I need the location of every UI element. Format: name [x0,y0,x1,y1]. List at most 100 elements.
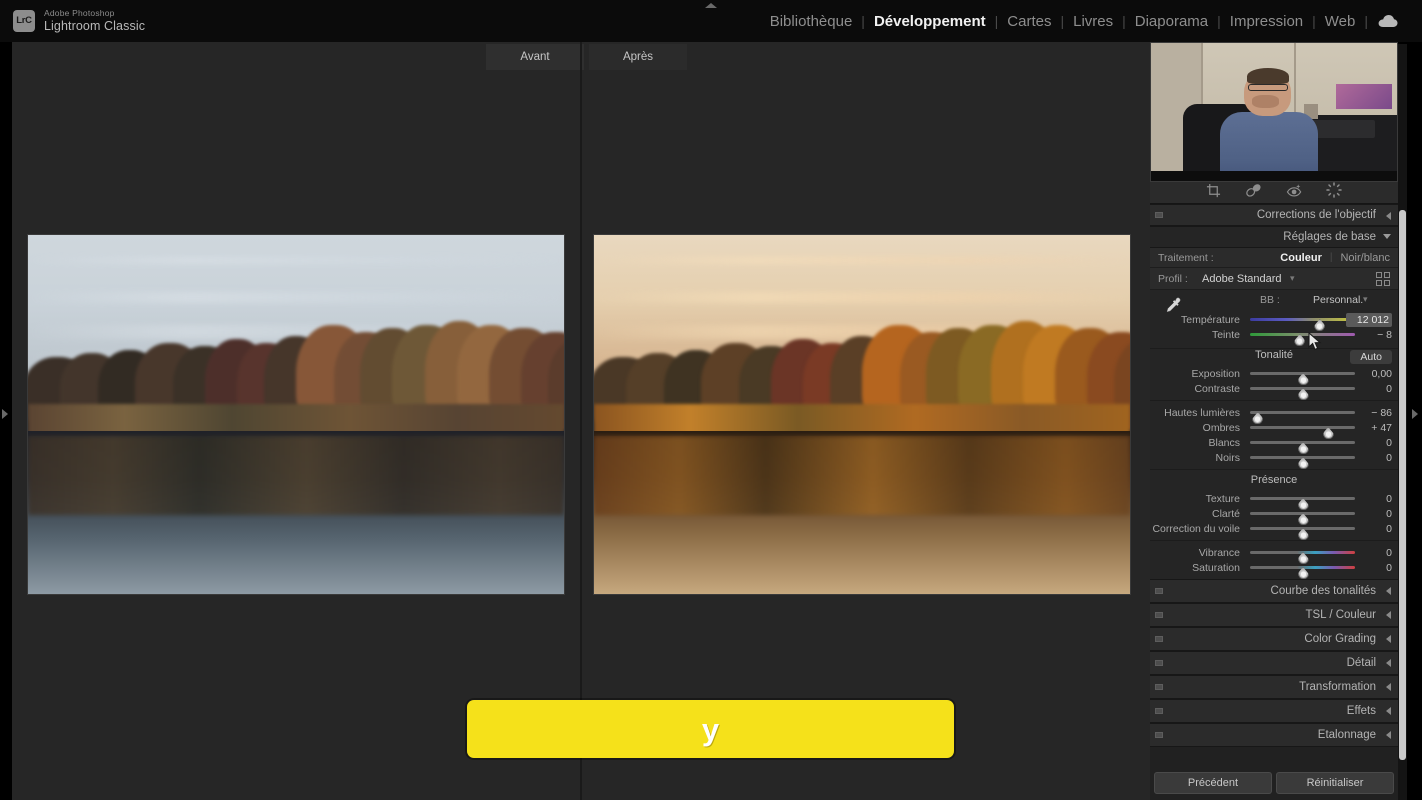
slider-track-blancs[interactable] [1250,441,1355,454]
slider-value-noirs[interactable]: 0 [1346,452,1392,464]
collapse-arrow-icon[interactable] [1386,707,1391,715]
module-diaporama[interactable]: Diaporama [1126,13,1217,30]
slider-knob-correctionduvoile[interactable] [1297,528,1309,540]
left-panel-toggle[interactable] [2,409,8,419]
slider-value-vibrance[interactable]: 0 [1346,547,1392,559]
profile-browser-icon[interactable] [1376,271,1390,286]
reset-button[interactable]: Réinitialiser [1276,772,1394,794]
slider-label-ombres: Ombres [1202,421,1240,434]
slider-row: Température 12 012 [1150,312,1398,331]
panel-title: Détail [1346,657,1376,669]
slider-track-contraste[interactable] [1250,387,1355,400]
panel-scrollbar-thumb[interactable] [1399,210,1406,760]
slider-value-blancs[interactable]: 0 [1346,437,1392,449]
slider-track-noirs[interactable] [1250,456,1355,469]
cloud-icon[interactable] [1368,14,1404,28]
collapse-arrow-icon[interactable] [1386,611,1391,619]
slider-value-teinte[interactable]: − 8 [1346,329,1392,341]
masking-tool-icon[interactable] [1326,182,1342,203]
panel-header-lens-corrections[interactable]: Corrections de l'objectif [1150,204,1398,226]
slider-value-ombres[interactable]: + 47 [1346,422,1392,434]
panel-header-effets[interactable]: Effets [1150,699,1398,723]
slider-track-saturation[interactable] [1250,566,1355,579]
slider-knob-teinte[interactable] [1294,334,1306,346]
panel-header-etalonnage[interactable]: Etalonnage [1150,723,1398,747]
treatment-option-couleur[interactable]: Couleur [1280,252,1322,264]
slider-value-saturation[interactable]: 0 [1346,562,1392,574]
slider-knob-noirs[interactable] [1297,457,1309,469]
basic-panel-body: Traitement : Couleur | Noir/blanc Profil :… [1150,248,1398,579]
treatment-options: Couleur | Noir/blanc [1280,252,1390,264]
panel-header-transformation[interactable]: Transformation [1150,675,1398,699]
before-photo[interactable] [27,234,565,595]
collapse-arrow-icon[interactable] [1386,212,1391,220]
slider-track-temprature[interactable] [1250,318,1355,331]
panel-switch-icon[interactable] [1155,612,1163,618]
module-livres[interactable]: Livres [1064,13,1122,30]
right-panel-toggle[interactable] [1412,409,1418,419]
slider-knob-contraste[interactable] [1297,388,1309,400]
after-photo[interactable] [593,234,1131,595]
slider-row: Hautes lumières − 86 [1150,405,1398,424]
panel-header-basic[interactable]: Réglages de base [1150,226,1398,248]
spot-removal-tool-icon[interactable] [1245,183,1262,203]
module-cartes[interactable]: Cartes [998,13,1060,30]
lens-corrections-switch-icon[interactable] [1155,212,1163,218]
after-tab[interactable]: Après [589,44,687,70]
slider-value-texture[interactable]: 0 [1346,493,1392,505]
crop-tool-icon[interactable] [1206,183,1221,203]
panel-switch-icon[interactable] [1155,660,1163,666]
webcam-video-overlay[interactable] [1150,42,1398,182]
module-bibliothque[interactable]: Bibliothèque [761,13,862,30]
profile-value[interactable]: Adobe Standard [1202,273,1282,285]
slider-track-teinte[interactable] [1250,333,1355,346]
panel-switch-icon[interactable] [1155,636,1163,642]
module-dveloppement[interactable]: Développement [865,13,995,30]
slider-track-texture[interactable] [1250,497,1355,510]
slider-row: Teinte − 8 [1150,327,1398,346]
collapse-arrow-icon[interactable] [1386,683,1391,691]
slider-track-hauteslumires[interactable] [1250,411,1355,424]
red-eye-tool-icon[interactable] [1286,183,1302,203]
profile-dropdown-icon[interactable]: ▾ [1290,273,1295,284]
white-balance-value[interactable]: Personnal. [1313,294,1363,306]
collapse-arrow-icon[interactable] [1386,659,1391,667]
panel-header-tsl-couleur[interactable]: TSL / Couleur [1150,603,1398,627]
slider-label-teinte: Teinte [1211,328,1240,341]
module-impression[interactable]: Impression [1221,13,1312,30]
slider-track-vibrance[interactable] [1250,551,1355,564]
treatment-separator: | [1329,252,1333,263]
panel-header-color-grading[interactable]: Color Grading [1150,627,1398,651]
slider-value-correctionduvoile[interactable]: 0 [1346,523,1392,535]
expand-arrow-icon[interactable] [1383,234,1391,239]
panel-header-d-tail[interactable]: Détail [1150,651,1398,675]
top-panel-toggle[interactable] [705,3,717,8]
slider-value-temprature[interactable]: 12 012 [1346,312,1392,327]
slider-value-contraste[interactable]: 0 [1346,383,1392,395]
slider-track-correctionduvoile[interactable] [1250,527,1355,540]
slider-track-exposition[interactable] [1250,372,1355,385]
white-balance-dropdown-icon[interactable]: ▾ [1363,294,1368,305]
slider-value-clart[interactable]: 0 [1346,508,1392,520]
treatment-option-noirblanc[interactable]: Noir/blanc [1340,252,1390,264]
slider-value-hauteslumires[interactable]: − 86 [1346,407,1392,419]
panel-switch-icon[interactable] [1155,732,1163,738]
slider-track-ombres[interactable] [1250,426,1355,439]
presence-divider-2 [1150,540,1398,541]
panel-switch-icon[interactable] [1155,588,1163,594]
collapse-arrow-icon[interactable] [1386,587,1391,595]
slider-value-exposition[interactable]: 0,00 [1346,368,1392,380]
previous-button[interactable]: Précédent [1154,772,1272,794]
module-web[interactable]: Web [1316,13,1365,30]
panel-switch-icon[interactable] [1155,708,1163,714]
collapse-arrow-icon[interactable] [1386,731,1391,739]
collapse-arrow-icon[interactable] [1386,635,1391,643]
slider-track-clart[interactable] [1250,512,1355,525]
webcam-person-beard [1251,95,1279,108]
panel-switch-icon[interactable] [1155,684,1163,690]
white-balance-header: BB : Personnal. ▾ [1150,294,1398,312]
panel-header-courbe-des-tonalit-s[interactable]: Courbe des tonalités [1150,579,1398,603]
slider-knob-saturation[interactable] [1297,567,1309,579]
auto-tone-button[interactable]: Auto [1350,350,1392,364]
before-tab[interactable]: Avant [486,44,584,70]
